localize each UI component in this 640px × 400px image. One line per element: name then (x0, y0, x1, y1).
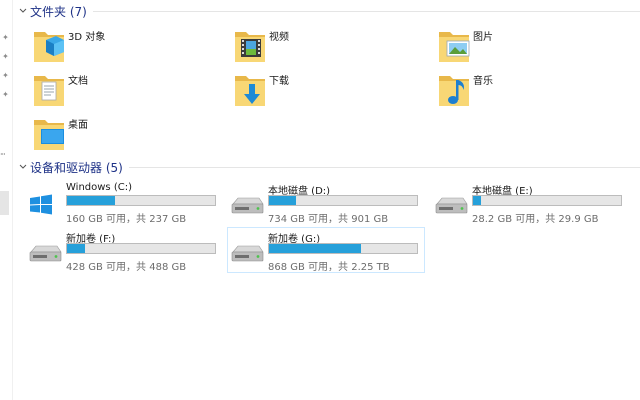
drive-usage-bar (66, 195, 216, 206)
drive-usage-fill (67, 196, 116, 205)
folder-label: 3D 对象 (68, 32, 106, 43)
folder-documents[interactable]: 文档 (32, 70, 212, 110)
desktop-folder-icon (34, 120, 64, 150)
drive-usage-fill (67, 244, 86, 253)
drive-g[interactable]: 新加卷 (G:) 868 GB 可用，共 2.25 TB (227, 227, 425, 273)
drive-name: Windows (C:) (66, 182, 132, 193)
hard-drive-icon (231, 245, 264, 262)
navigation-item-selected[interactable] (0, 191, 9, 215)
folder-music[interactable]: 音乐 (437, 70, 617, 110)
pin-icon: ✦ (2, 52, 9, 61)
drive-d[interactable]: 本地磁盘 (D:) 734 GB 可用，共 901 GB (228, 180, 424, 225)
drive-space-text: 28.2 GB 可用，共 29.9 GB (472, 214, 599, 225)
drive-usage-bar (268, 195, 418, 206)
hard-drive-icon (29, 245, 62, 262)
pane-divider[interactable] (12, 0, 13, 400)
pin-icon: ✦ (2, 71, 9, 80)
folder-pictures[interactable]: 图片 (437, 26, 617, 66)
windows-drive-icon (30, 194, 52, 215)
chevron-down-icon[interactable] (18, 6, 28, 16)
drive-usage-fill (269, 196, 297, 205)
folder-desktop[interactable]: 桌面 (32, 114, 212, 154)
drive-space-text: 734 GB 可用，共 901 GB (268, 214, 389, 225)
drive-usage-bar (268, 243, 418, 254)
drive-space-text: 428 GB 可用，共 488 GB (66, 262, 187, 273)
hard-drive-icon (231, 197, 264, 214)
file-explorer-this-pc: ✦ ✦ ✦ ✦ ··· 文件夹 (7) 3D 对象 视频 图片 文档 下载 音乐… (0, 0, 640, 400)
videos-folder-icon (235, 32, 265, 62)
navigation-pane: ✦ ✦ ✦ ✦ ··· (0, 0, 12, 400)
drives-group-header[interactable]: 设备和驱动器 (5) (18, 158, 640, 176)
folder-label: 桌面 (68, 120, 88, 131)
drive-usage-bar (472, 195, 622, 206)
folder-label: 下载 (269, 76, 289, 87)
pictures-folder-icon (439, 32, 470, 62)
folder-downloads[interactable]: 下载 (233, 70, 413, 110)
folder-label: 视频 (269, 32, 289, 43)
folder-label: 音乐 (473, 76, 493, 87)
drive-e[interactable]: 本地磁盘 (E:) 28.2 GB 可用，共 29.9 GB (432, 180, 628, 225)
pin-icon: ✦ (2, 33, 9, 42)
drive-space-text: 868 GB 可用，共 2.25 TB (268, 262, 390, 273)
folder-3d-objects[interactable]: 3D 对象 (32, 26, 212, 66)
hard-drive-icon (435, 197, 468, 214)
drive-c[interactable]: Windows (C:) 160 GB 可用，共 237 GB (26, 180, 222, 225)
chevron-down-icon[interactable] (18, 162, 28, 172)
drive-usage-fill (473, 196, 482, 205)
pin-icon: ✦ (2, 90, 9, 99)
3d-objects-folder-icon (34, 32, 64, 62)
downloads-folder-icon (235, 76, 265, 106)
folders-group-title: 文件夹 (7) (30, 4, 87, 19)
folders-group-header[interactable]: 文件夹 (7) (18, 2, 640, 20)
folder-label: 文档 (68, 76, 88, 87)
music-folder-icon (439, 76, 469, 106)
folder-videos[interactable]: 视频 (233, 26, 413, 66)
more-dots-icon: ··· (0, 150, 6, 159)
drive-usage-fill (269, 244, 362, 253)
group-separator (92, 11, 640, 12)
documents-folder-icon (34, 76, 64, 106)
drives-group-title: 设备和驱动器 (5) (30, 160, 123, 175)
drive-f[interactable]: 新加卷 (F:) 428 GB 可用，共 488 GB (26, 228, 222, 273)
drive-usage-bar (66, 243, 216, 254)
group-separator (128, 167, 640, 168)
folder-label: 图片 (473, 32, 493, 43)
drive-space-text: 160 GB 可用，共 237 GB (66, 214, 187, 225)
